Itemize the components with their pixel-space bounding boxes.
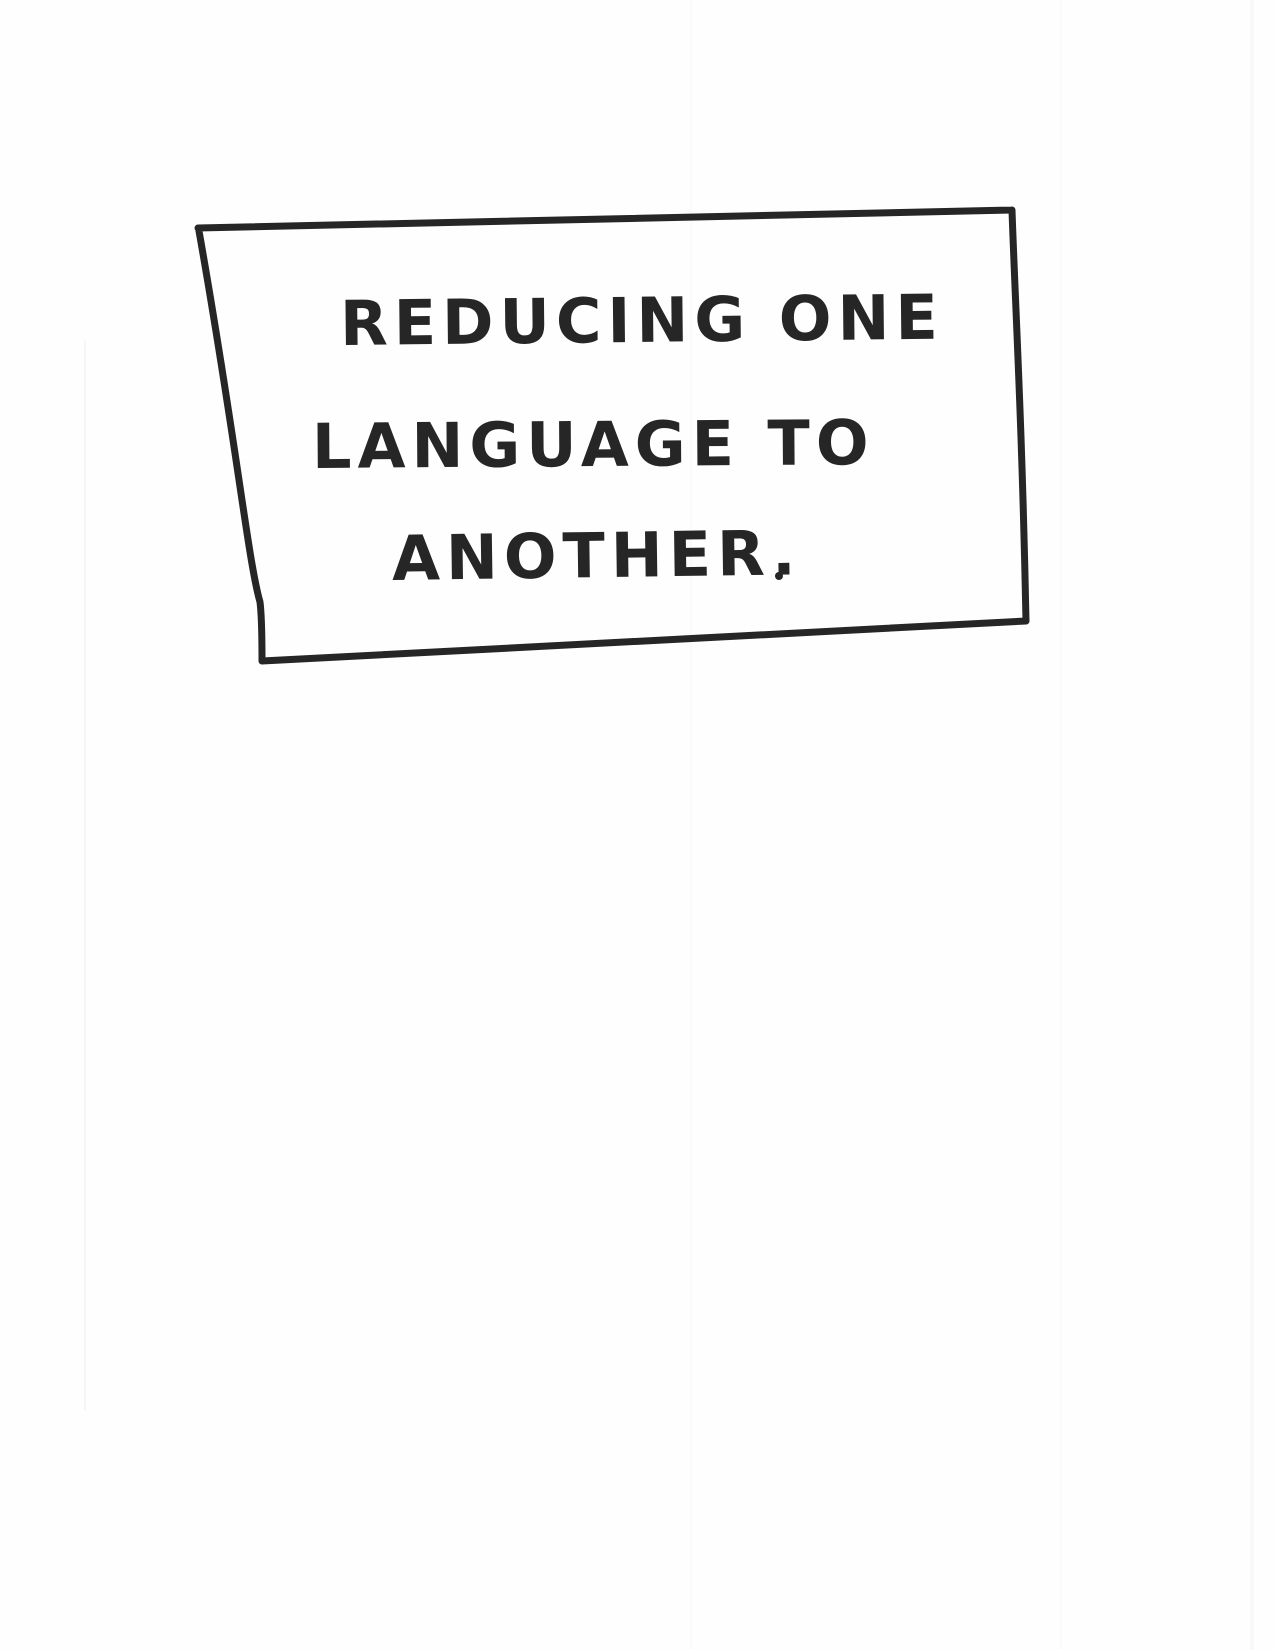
hand-drawn-box (194, 206, 1030, 665)
scanned-page: REDUCING ONE LANGUAGE TO ANOTHER. (0, 0, 1275, 1650)
period-dot (775, 572, 783, 580)
box-outline (194, 206, 1030, 665)
